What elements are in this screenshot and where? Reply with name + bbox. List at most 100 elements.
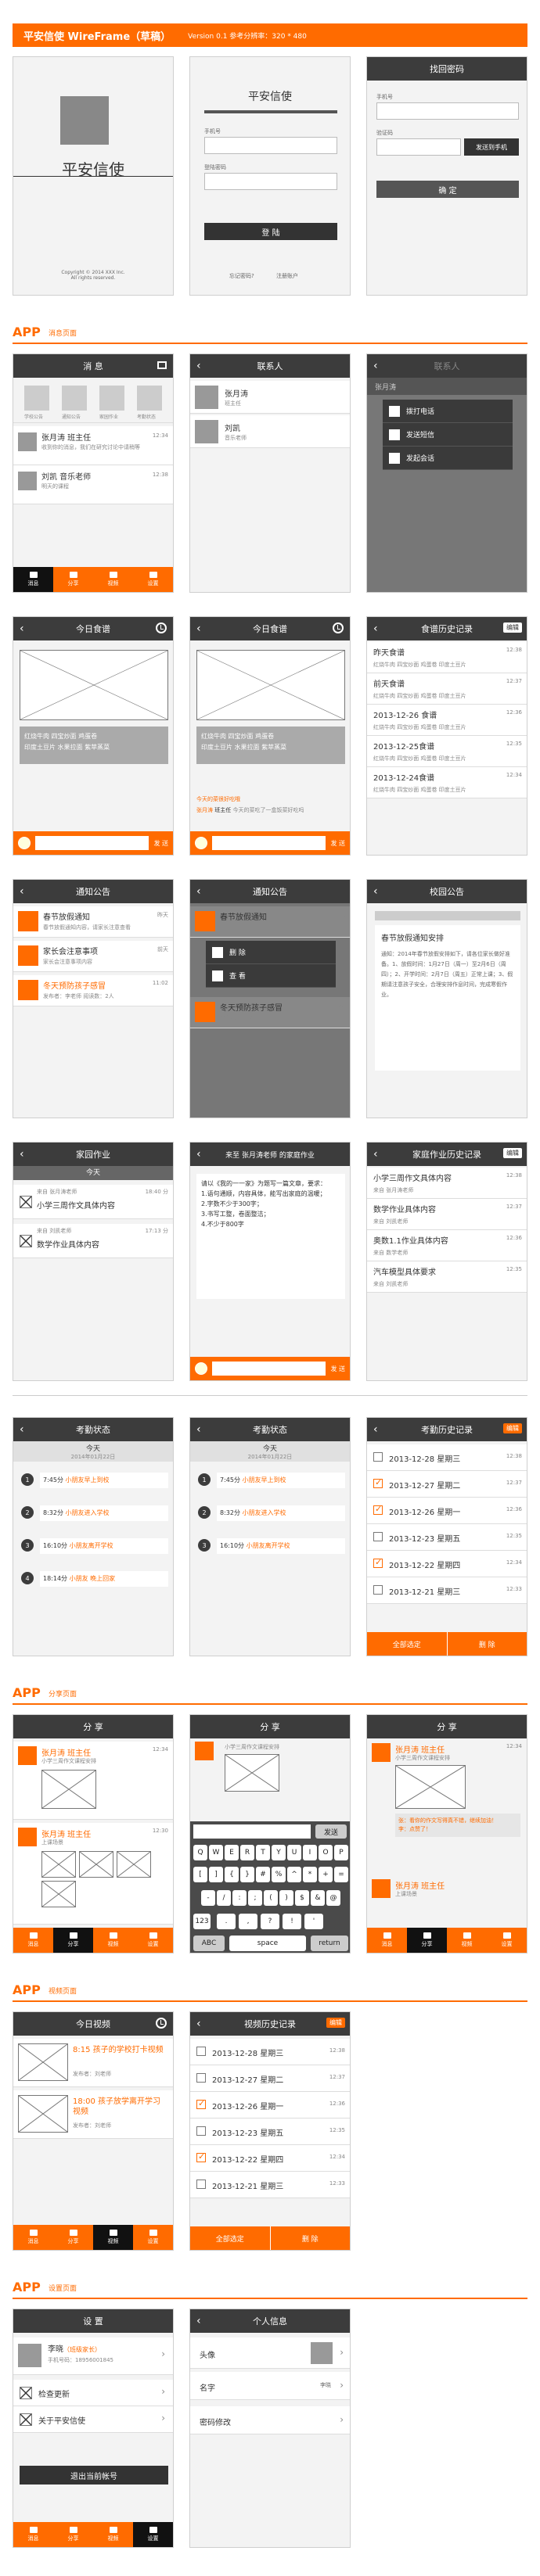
send-button[interactable]: 发 送: [153, 839, 168, 848]
tab-settings[interactable]: 设置: [133, 1928, 173, 1953]
key[interactable]: ;: [248, 1890, 262, 1906]
delete-button[interactable]: 删 除: [271, 2226, 351, 2250]
list-item[interactable]: 冬天预防孩子感冒 发布者：李老师 11:02: [190, 997, 350, 1028]
share-post[interactable]: 张月涛 班主任 上课场景 12:30: [13, 1823, 173, 1925]
back-icon[interactable]: ‹: [20, 622, 24, 635]
key[interactable]: ): [279, 1890, 293, 1906]
tab-share[interactable]: 分享: [407, 1928, 447, 1953]
key[interactable]: U: [287, 1845, 301, 1860]
back-icon[interactable]: ‹: [196, 360, 201, 372]
list-item[interactable]: 汽车模型具体要求 来自 刘凯老师 12:35: [367, 1261, 527, 1293]
school-notice-icon[interactable]: [24, 386, 49, 411]
key[interactable]: P: [334, 1845, 348, 1860]
tab-video[interactable]: 视频: [93, 1928, 133, 1953]
back-icon[interactable]: ‹: [196, 885, 201, 898]
key[interactable]: ?: [261, 1914, 279, 1929]
checkbox[interactable]: [196, 2047, 206, 2056]
key[interactable]: #: [256, 1867, 270, 1882]
edit-button[interactable]: 编辑: [503, 622, 522, 633]
emoji-icon[interactable]: [195, 1362, 207, 1375]
tab-messages[interactable]: 消息: [367, 1928, 407, 1953]
back-icon[interactable]: ‹: [373, 1148, 378, 1161]
register-link[interactable]: 注册账户: [276, 272, 298, 280]
contact-row[interactable]: 张月涛 班主任: [190, 381, 350, 414]
key[interactable]: W: [209, 1845, 223, 1860]
tab-share[interactable]: 分享: [53, 1928, 93, 1953]
key[interactable]: ': [304, 1914, 323, 1929]
checkbox[interactable]: [373, 1504, 383, 1515]
key[interactable]: .: [217, 1914, 236, 1929]
select-all-button[interactable]: 全部选定: [190, 2226, 271, 2250]
comment-input[interactable]: [35, 836, 149, 850]
name-row[interactable]: 名字 李晓 ›: [190, 2372, 350, 2400]
list-item[interactable]: 2013-12-26 星期一 12:36: [367, 1498, 527, 1524]
tab-video[interactable]: 视频: [93, 2522, 133, 2547]
list-item[interactable]: 2013-12-27 星期二 12:37: [367, 1471, 527, 1498]
key[interactable]: [: [193, 1867, 207, 1882]
emoji-icon[interactable]: [195, 837, 207, 849]
key[interactable]: {: [225, 1867, 239, 1882]
back-icon[interactable]: ‹: [196, 2018, 201, 2030]
login-button[interactable]: 登 陆: [204, 223, 337, 240]
checkbox[interactable]: [373, 1532, 383, 1541]
checkbox[interactable]: [196, 2098, 206, 2109]
abc-key[interactable]: ABC: [193, 1936, 225, 1951]
key[interactable]: T: [256, 1845, 270, 1860]
num-key[interactable]: 123: [193, 1914, 211, 1929]
comment-input[interactable]: [212, 1362, 326, 1376]
key[interactable]: }: [240, 1867, 254, 1882]
edit-button[interactable]: 编辑: [326, 2018, 345, 2028]
back-icon[interactable]: ‹: [196, 1423, 201, 1436]
delete-option[interactable]: 删 除: [206, 941, 336, 964]
tab-share[interactable]: 分享: [53, 2522, 93, 2547]
checkbox[interactable]: [373, 1585, 383, 1595]
key[interactable]: &: [311, 1890, 325, 1906]
forgot-link[interactable]: 忘记密码?: [229, 272, 254, 280]
key[interactable]: =: [334, 1867, 348, 1882]
checkbox[interactable]: [373, 1477, 383, 1488]
user-row[interactable]: 李晓（班级家长） 手机号码：18956001845 ›: [13, 2337, 173, 2375]
code-input[interactable]: [376, 138, 461, 156]
comment-input[interactable]: [212, 836, 326, 850]
phone-input[interactable]: [204, 137, 337, 154]
key[interactable]: :: [232, 1890, 247, 1906]
sms-option[interactable]: 发送短信: [383, 423, 513, 447]
list-item[interactable]: 昨天食谱 红烧牛肉 四宝炒面 鸡蛋卷 印度土豆片 12:38: [367, 642, 527, 673]
list-item[interactable]: 2013-12-25食谱 红烧牛肉 四宝炒面 鸡蛋卷 印度土豆片 12:35: [367, 736, 527, 767]
list-item[interactable]: 小学三周作文具体内容 来自 张月涛老师 12:38: [367, 1168, 527, 1199]
edit-button[interactable]: 编辑: [503, 1423, 522, 1433]
video-item[interactable]: 8:15 孩子的学校打卡视频 发布者：刘老师: [13, 2039, 173, 2087]
emoji-icon[interactable]: [18, 837, 31, 849]
compose-input[interactable]: [193, 1824, 311, 1839]
list-item[interactable]: 2013-12-22 星期四 12:34: [367, 1551, 527, 1577]
share-post[interactable]: 张月涛 班主任 小学三周作文课程安排 12:34: [13, 1742, 173, 1820]
back-icon[interactable]: ‹: [196, 622, 201, 635]
check-update-row[interactable]: 检查更新 ›: [13, 2380, 173, 2406]
key[interactable]: R: [240, 1845, 254, 1860]
back-icon[interactable]: ‹: [20, 885, 24, 898]
list-item[interactable]: 冬天预防孩子感冒 发布者：李老师 阅读数：2人 11:02: [13, 975, 173, 1006]
key[interactable]: !: [283, 1914, 301, 1929]
list-item[interactable]: 春节放假通知 昨天: [190, 906, 350, 938]
tab-share[interactable]: 分享: [53, 2225, 93, 2250]
list-item[interactable]: 奥数1.1作业具体内容 来自 数学老师 12:36: [367, 1230, 527, 1261]
notice-icon[interactable]: [62, 386, 87, 411]
key[interactable]: /: [217, 1890, 231, 1906]
back-icon[interactable]: ‹: [373, 622, 378, 635]
back-icon[interactable]: ‹: [20, 1148, 24, 1161]
attendance-icon[interactable]: [137, 386, 162, 411]
back-icon[interactable]: ‹: [373, 1423, 378, 1436]
phone-input[interactable]: [376, 102, 519, 120]
checkbox[interactable]: [196, 2151, 206, 2162]
tab-messages[interactable]: 消息: [13, 2522, 53, 2547]
list-item[interactable]: 2013-12-28 星期三 12:38: [367, 1444, 527, 1471]
contact-row[interactable]: 刘凯 音乐老师: [190, 415, 350, 448]
key[interactable]: Y: [272, 1845, 286, 1860]
return-key[interactable]: return: [311, 1936, 348, 1951]
pwd-row[interactable]: 密码修改 ›: [190, 2406, 350, 2434]
list-item[interactable]: 刘凯 音乐老师 明天的课程 12:38: [13, 465, 173, 504]
list-item[interactable]: 2013-12-23 星期五 12:35: [190, 2119, 350, 2145]
list-item[interactable]: 2013-12-23 星期五 12:35: [367, 1524, 527, 1551]
list-item[interactable]: 家长会注意事项 家长会注意事项内容 前天: [13, 941, 173, 972]
key[interactable]: -: [201, 1890, 215, 1906]
